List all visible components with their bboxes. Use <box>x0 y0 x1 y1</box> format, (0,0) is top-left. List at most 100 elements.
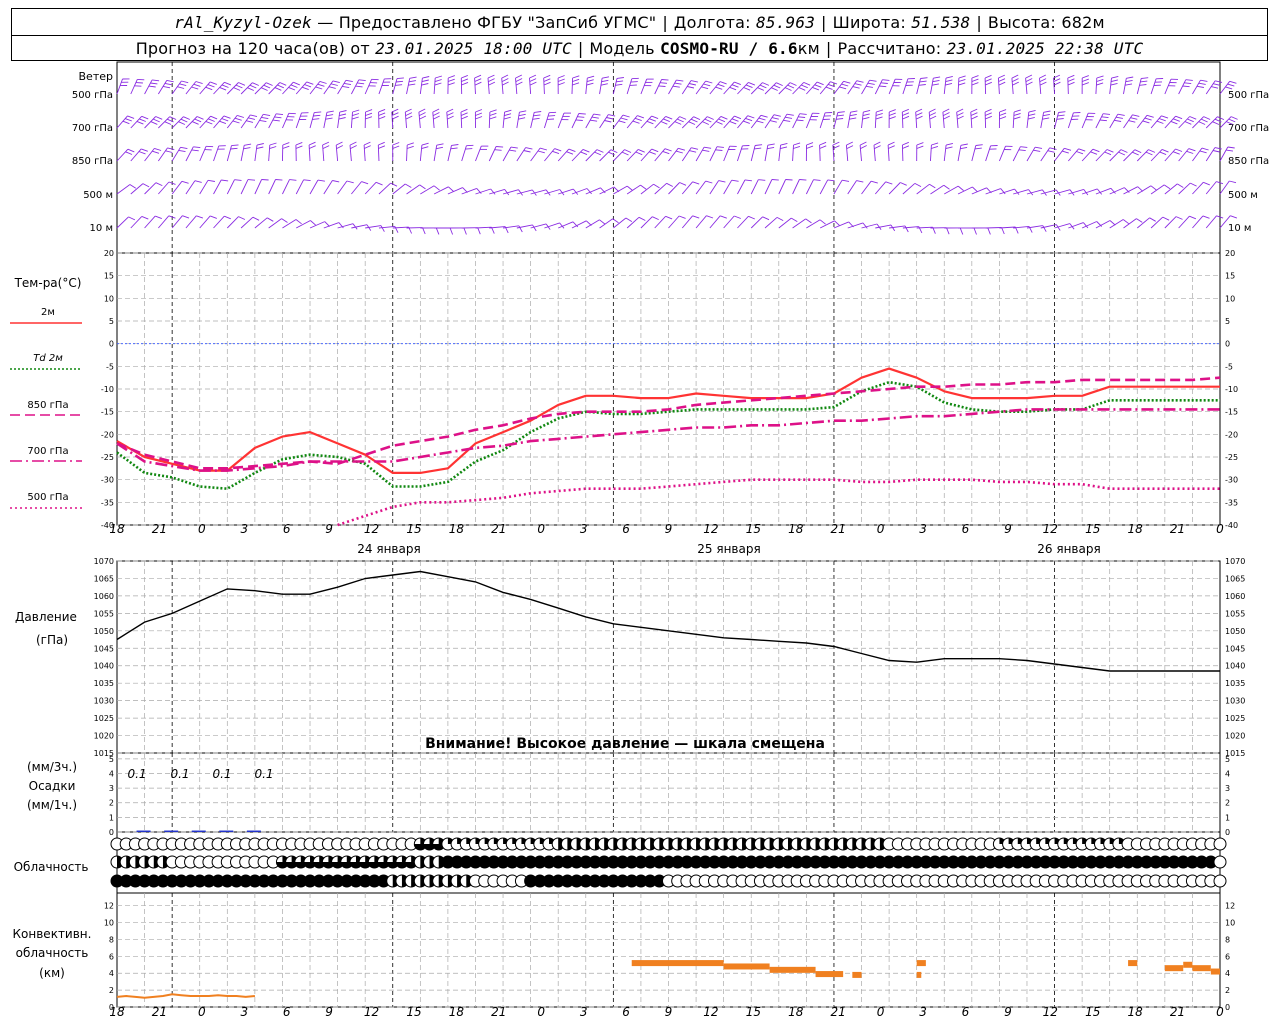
wind-barb-feather <box>234 117 242 121</box>
wind-barb-feather <box>638 216 646 221</box>
hour-label: 21 <box>1170 522 1185 536</box>
wind-barb-feather <box>434 82 442 86</box>
wind-barb-feather <box>591 116 599 119</box>
wind-barb-feather <box>543 78 551 82</box>
wind-barb-feather <box>1189 215 1197 220</box>
wind-barb-feather <box>616 80 624 83</box>
wind-barb-feather <box>943 184 950 190</box>
wind-barb-feather <box>180 118 188 123</box>
wind-barb-feather <box>672 85 680 88</box>
wind-barb-feather <box>869 79 877 82</box>
wind-barb-feather <box>489 112 497 116</box>
wind-barb-feather <box>141 115 149 120</box>
wind-barb-feather <box>731 179 739 182</box>
wind-barb-feather <box>827 179 835 182</box>
wind-barb-feather <box>310 220 316 226</box>
ytick-right: 1040 <box>1225 662 1245 671</box>
wind-barb-staff <box>475 145 482 162</box>
wind-barb-feather <box>164 121 172 125</box>
wind-barb-feather <box>599 219 606 225</box>
wind-barb-feather <box>661 79 669 81</box>
wind-barb-feather <box>958 75 966 79</box>
wind-barb-staff <box>585 113 594 129</box>
ytick-right: 5 <box>1225 755 1230 764</box>
wind-barb-staff <box>626 216 640 229</box>
wind-barb-feather <box>281 218 288 223</box>
wind-barb-feather <box>1096 78 1104 82</box>
wind-barb-feather <box>232 120 240 124</box>
wind-barb-feather <box>632 120 640 124</box>
wind-barb-feather <box>734 81 741 86</box>
wind-barb-staff <box>873 145 876 162</box>
hour-label: 6 <box>962 1005 970 1019</box>
wind-barb-feather <box>1212 150 1220 153</box>
wind-barb-feather <box>1175 115 1183 120</box>
wind-barb-feather <box>419 112 426 117</box>
hour-label: 15 <box>1085 522 1100 536</box>
wind-barb-feather <box>244 143 252 146</box>
wind-barb-feather <box>243 147 251 150</box>
wind-barb-feather <box>856 180 864 183</box>
wind-barb-staff <box>861 112 864 129</box>
wind-barb-feather <box>789 82 797 86</box>
precip-value-4: 0.1 <box>254 767 273 781</box>
wind-barb-feather <box>865 85 873 88</box>
wind-barb-feather <box>249 84 257 89</box>
wind-barb-feather <box>846 145 854 150</box>
ytick-right: 1045 <box>1225 644 1245 653</box>
wind-barb-feather <box>945 82 953 86</box>
wind-barb-staff <box>571 188 588 195</box>
wind-barb-staff <box>1109 187 1125 195</box>
wind-barb-feather <box>612 218 619 224</box>
wind-barb-feather <box>666 182 674 187</box>
wind-barb-feather <box>785 116 793 119</box>
wind-barb-feather <box>707 116 714 120</box>
wind-barb-feather <box>1106 149 1114 153</box>
wind-barb-feather <box>234 179 242 181</box>
wind-barb-staff <box>295 179 304 195</box>
wind-barb-feather <box>1057 114 1065 117</box>
hour-label: 21 <box>491 522 506 536</box>
wind-barb-feather <box>860 145 867 150</box>
wind-barb-feather <box>1132 151 1139 156</box>
wind-barb-feather <box>474 78 482 82</box>
wind-barb-feather <box>1012 81 1019 86</box>
wind-barb-feather <box>582 148 590 153</box>
wind-barb-feather <box>304 84 312 88</box>
wind-barb-feather <box>210 215 217 219</box>
wind-barb-feather <box>1130 117 1138 120</box>
wind-barb-feather <box>1227 83 1235 87</box>
wind-barb-feather <box>984 108 992 113</box>
wind-barb-staff <box>902 78 909 95</box>
wind-barb-feather <box>704 118 712 123</box>
wind-barb-feather <box>819 141 827 146</box>
wind-barb-staff <box>1095 113 1104 129</box>
wind-barb-staff <box>406 144 408 162</box>
wind-barb-feather <box>501 74 509 79</box>
wind-barb-staff <box>640 78 648 95</box>
wind-barb-feather <box>250 114 258 118</box>
wind-barb-staff <box>1205 181 1217 195</box>
wind-barb-feather <box>729 86 737 91</box>
ytick-left: 1 <box>109 813 114 822</box>
ytick-left: 1045 <box>94 644 114 653</box>
wind-barb-feather <box>1162 216 1170 221</box>
wind-barb-feather <box>434 79 442 83</box>
wind-barb-feather <box>1198 121 1206 125</box>
hour-label: 6 <box>962 522 970 536</box>
wind-barb-feather <box>793 145 801 149</box>
wind-barb-staff <box>1123 218 1137 229</box>
ytick-right: -15 <box>1225 408 1238 417</box>
ytick-right: 1060 <box>1225 592 1245 601</box>
wind-barb-feather <box>357 82 365 85</box>
wind-barb-feather <box>1190 182 1197 187</box>
wind-barb-feather <box>754 147 762 150</box>
ytick-left: 15 <box>104 272 114 281</box>
wind-barb-feather <box>960 146 968 150</box>
wind-barb-feather <box>494 149 502 151</box>
wind-barb-feather <box>856 80 864 83</box>
pressure-unit: (гПа) <box>36 633 68 647</box>
wind-barb-feather <box>325 117 333 120</box>
wind-barb-feather <box>224 81 232 86</box>
wind-barb-feather <box>839 86 847 90</box>
